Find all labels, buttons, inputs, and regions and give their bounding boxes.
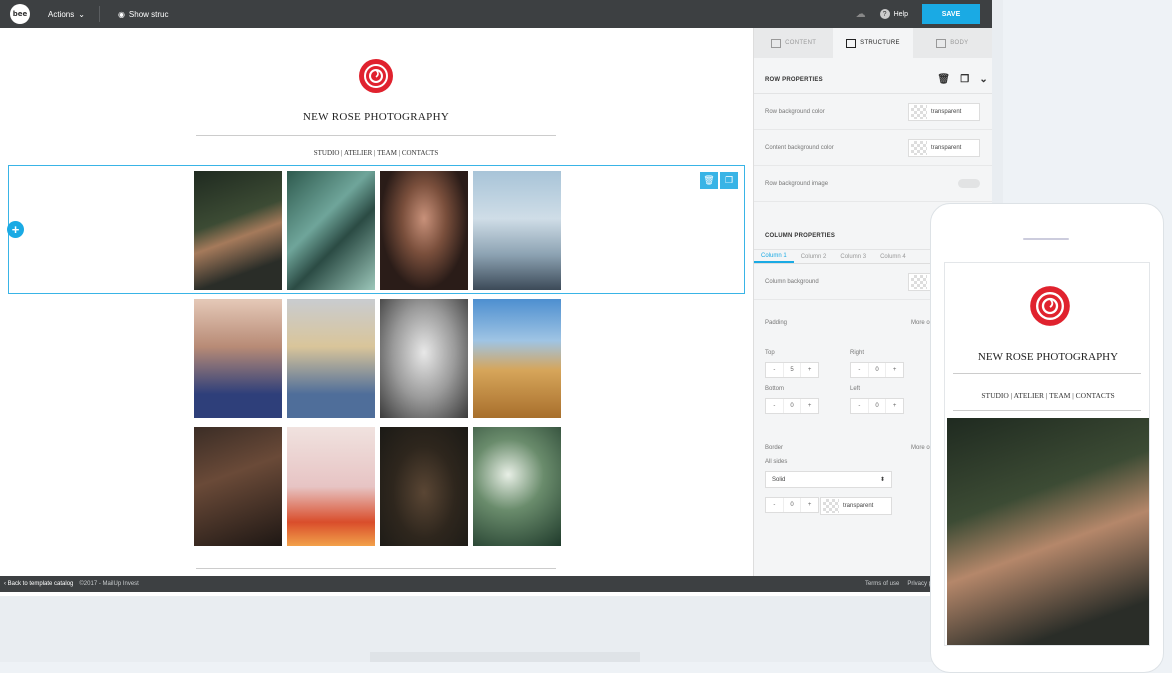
privacy-link[interactable]: Privacy p [907,581,932,587]
selected-row-outline[interactable] [8,165,745,294]
rows-icon [846,38,857,48]
row-background-color: Row background color transparent [754,94,992,130]
photo-portrait-boy[interactable] [194,171,282,290]
border-label: Border [765,445,784,451]
select-arrow-icon: ⬍ [879,477,885,483]
padding-right-stepper[interactable]: -0 + [850,362,904,378]
tab-column-1[interactable]: Column 1 [754,250,794,263]
body-icon [936,38,947,48]
tab-content[interactable]: CONTENT [754,28,833,58]
photo-blonde-woman[interactable] [287,299,375,418]
phone-nav-links: STUDIO | ATELIER | TEAM | CONTACTS [981,391,1115,400]
tab-body[interactable]: BODY [913,28,992,58]
help-icon: ? [879,9,890,19]
show-structure-label: Show struc [128,9,169,19]
footer-links: Terms of use Privacy p [865,581,932,587]
chevron-down-icon[interactable]: ⌄ [979,74,988,85]
monitor-frame: bee Actions ⌄ ◉ Show struc ☁ ? Help SAVE [0,0,1003,662]
left-label: Left [850,386,861,392]
footer-bar: ‹ Back to template catalog ©2017 - MailU… [0,576,992,592]
content-background-color: Content background color transparent [754,130,992,166]
rose-logo-icon [1030,286,1070,326]
content-bg-color-picker[interactable]: transparent [908,138,980,157]
save-button[interactable]: SAVE [922,4,980,24]
copyright-text: ©2017 - MailUp Invest [79,581,139,587]
photo-leaves[interactable] [287,171,375,290]
photo-bear[interactable] [380,427,468,546]
bee-logo[interactable]: bee [10,4,30,24]
phone-preview: NEW ROSE PHOTOGRAPHY STUDIO | ATELIER | … [930,203,1164,673]
photo-portrait-girl[interactable] [194,299,282,418]
top-label: Top [765,350,775,356]
phone-photo-portrait-boy [947,418,1149,645]
divider [953,373,1141,374]
padding-bottom-stepper[interactable]: -0 + [765,398,819,414]
panel-tabs: CONTENT STRUCTURE BODY [754,28,992,58]
actions-label: Actions [48,9,75,19]
divider [196,568,556,569]
monitor-stand [370,652,640,662]
editor-screen: bee Actions ⌄ ◉ Show struc ☁ ? Help SAVE [0,0,992,596]
help-label: Help [893,10,908,18]
transparent-swatch [911,140,927,155]
toolbar-right: ☁ ? Help SAVE [856,4,980,24]
padding-left-stepper[interactable]: -0 + [850,398,904,414]
tab-structure[interactable]: STRUCTURE [833,28,913,58]
bg-image-toggle[interactable] [958,179,980,188]
phone-screen: NEW ROSE PHOTOGRAPHY STUDIO | ATELIER | … [944,262,1150,646]
brand-title[interactable]: NEW ROSE PHOTOGRAPHY [196,111,556,123]
row-properties-header: ROW PROPERTIES 🗑 ❐ ⌄ [754,66,992,94]
right-label: Right [850,350,865,356]
add-row-button[interactable]: + [7,221,24,238]
terms-link[interactable]: Terms of use [865,581,899,587]
row-actions: 🗑 ❐ ⌄ [937,74,988,85]
top-toolbar: bee Actions ⌄ ◉ Show struc ☁ ? Help SAVE [0,0,992,28]
nav-links[interactable]: STUDIO | ATELIER | TEAM | CONTACTS [196,149,556,157]
bottom-label: Bottom [765,386,785,392]
border-style-select[interactable]: Solid ⬍ [765,471,892,488]
padding-more-options[interactable]: More o [911,320,930,326]
row-bg-color-picker[interactable]: transparent [908,102,980,121]
padding-top-stepper[interactable]: -5 + [765,362,819,378]
trash-icon[interactable]: 🗑 [700,172,718,189]
eye-icon: ◉ [117,9,125,19]
row-tools: 🗑 ❐ [700,172,738,189]
photo-flowers[interactable] [473,427,561,546]
border-width-stepper[interactable]: -0 + [765,497,819,513]
transparent-swatch [823,499,839,513]
trash-icon[interactable]: 🗑 [937,74,950,85]
photo-portrait-woman[interactable] [380,171,468,290]
toolbar-divider [98,6,100,22]
duplicate-icon[interactable]: ❐ [960,74,969,85]
photo-architecture[interactable] [473,171,561,290]
transparent-swatch [911,274,927,289]
chevron-down-icon: ⌄ [78,9,85,19]
actions-menu[interactable]: Actions ⌄ [48,10,85,19]
tab-column-2[interactable]: Column 2 [794,250,834,263]
divider [953,410,1141,411]
photo-drinks[interactable] [287,427,375,546]
grid-icon [771,38,782,48]
border-more-options[interactable]: More o [911,445,930,451]
phone-brand-title: NEW ROSE PHOTOGRAPHY [977,351,1119,363]
photo-old-woman[interactable] [380,299,468,418]
photo-woman-dark[interactable] [194,427,282,546]
rose-logo-icon [359,59,393,93]
cloud-icon[interactable]: ☁ [856,9,866,20]
padding-label: Padding [765,320,788,326]
phone-speaker [1023,238,1069,240]
row-background-image: Row background image [754,166,992,202]
tab-column-4[interactable]: Column 4 [873,250,913,263]
tab-column-3[interactable]: Column 3 [833,250,873,263]
back-to-catalog-link[interactable]: ‹ Back to template catalog [4,581,73,587]
help-button[interactable]: ? Help [879,9,908,19]
transparent-swatch [911,104,927,119]
photo-field[interactable] [473,299,561,418]
border-color-picker[interactable]: transparent [820,497,892,515]
all-sides-label: All sides [765,459,788,465]
duplicate-icon[interactable]: ❐ [720,172,738,189]
divider [196,135,556,136]
show-structure-toggle[interactable]: ◉ Show struc [118,10,169,19]
